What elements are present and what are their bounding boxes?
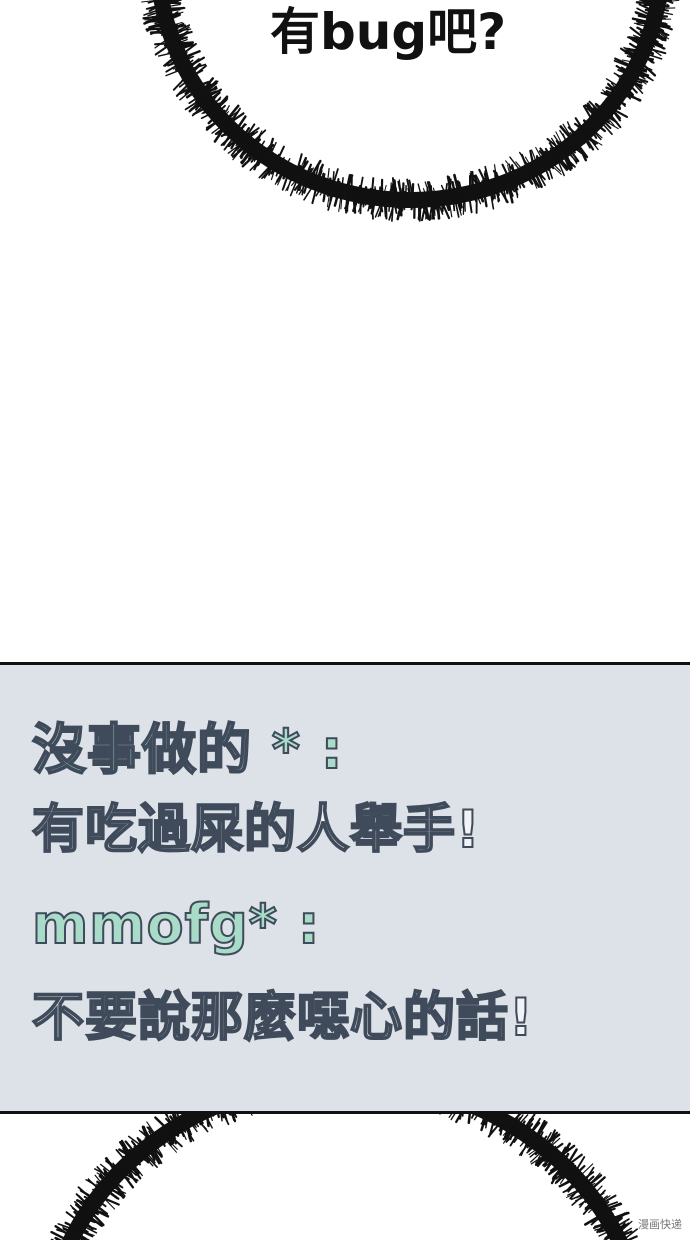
comment-message: 不要說那麼噁心的話!	[31, 987, 534, 1049]
comment-panel: 沒事做的 * : 有吃過屎的人舉手! mmofg* : 不要說那麼噁心的話!	[0, 662, 690, 1114]
speech-bubble-text: 有bug吧?	[270, 3, 507, 61]
comment-username: 沒事做的 * :	[31, 717, 344, 782]
comment-message: 有吃過屎的人舉手!	[31, 799, 481, 861]
comment-username: mmofg* :	[31, 892, 321, 957]
watermark-text: 漫画快递	[638, 1218, 682, 1231]
